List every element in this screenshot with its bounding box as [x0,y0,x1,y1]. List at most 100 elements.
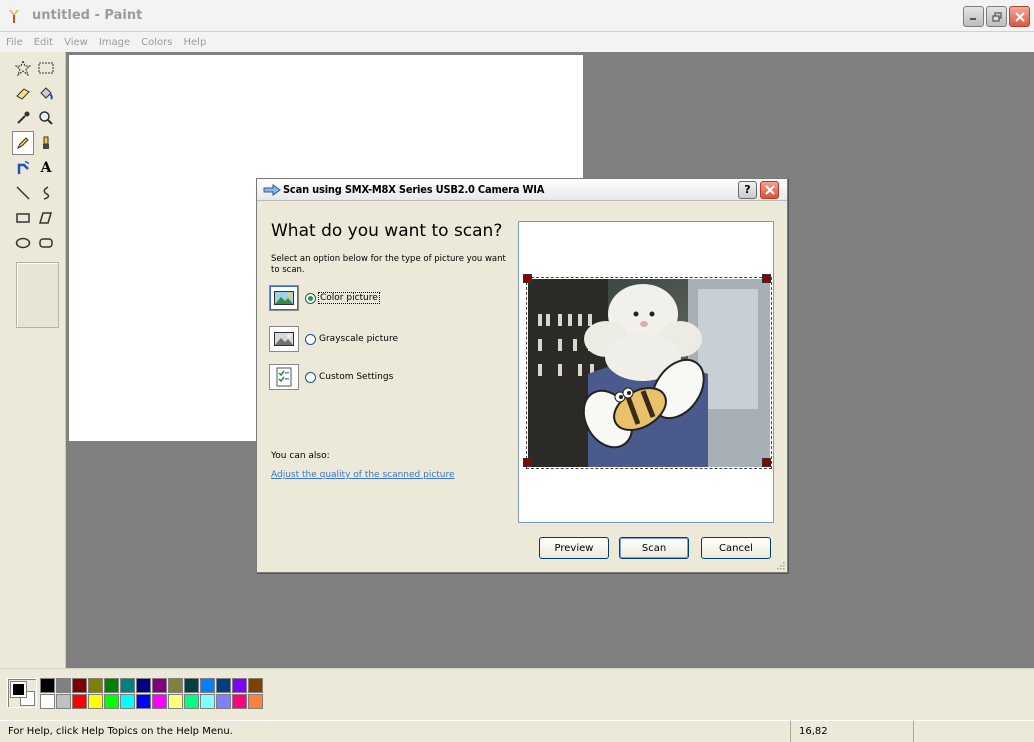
tool-select[interactable] [35,56,57,80]
palette-swatch[interactable] [104,678,119,693]
custom-settings-thumbnail[interactable] [269,364,299,390]
option-custom-settings[interactable]: Custom Settings [269,364,393,390]
current-colors[interactable] [7,678,37,708]
tool-brush[interactable] [35,131,57,155]
paint-app-icon[interactable] [6,8,22,24]
tool-fill[interactable] [35,81,57,105]
radio-color-picture[interactable] [305,292,316,304]
palette-swatch[interactable] [184,694,199,709]
option-label-color[interactable]: Color picture [318,292,380,304]
palette-swatch[interactable] [136,678,151,693]
palette-swatch[interactable] [168,694,183,709]
palette-swatch[interactable] [72,678,87,693]
tool-pencil[interactable] [12,131,34,155]
radio-custom-settings[interactable] [305,371,316,383]
option-label-custom[interactable]: Custom Settings [319,372,393,382]
palette-swatch[interactable] [152,694,167,709]
dialog-title-bar: Scan using SMX-M8X Series USB2.0 Camera … [257,179,787,201]
tool-curve[interactable] [35,181,57,205]
resize-grip-icon[interactable] [775,560,785,570]
cancel-button[interactable]: Cancel [701,537,771,559]
palette-swatch[interactable] [120,694,135,709]
restore-icon [991,11,1002,22]
color-picture-thumbnail[interactable] [269,285,299,311]
palette-swatch[interactable] [56,678,71,693]
tool-rectangle[interactable] [12,206,34,230]
menu-file[interactable]: File [6,37,23,48]
text-icon: A [40,160,52,176]
toolbox: A [0,52,66,668]
tool-airbrush[interactable] [12,156,34,180]
radio-grayscale-picture[interactable] [305,333,316,345]
palette-swatch[interactable] [232,678,247,693]
palette-swatch[interactable] [40,694,55,709]
crop-handle-bottom-right[interactable] [762,458,771,467]
palette-swatch[interactable] [216,678,231,693]
palette-swatch[interactable] [72,694,87,709]
color-palette [40,678,264,710]
palette-swatch[interactable] [88,678,103,693]
menu-bar: File Edit View Image Colors Help [0,32,1034,52]
palette-swatch[interactable] [248,678,263,693]
help-icon: ? [744,183,751,196]
dialog-instructions: Select an option below for the type of p… [271,254,506,275]
menu-colors[interactable]: Colors [141,37,172,48]
grayscale-picture-icon [274,332,294,346]
dialog-close-button[interactable] [760,181,779,199]
tool-text[interactable]: A [35,156,57,180]
preview-button[interactable]: Preview [539,537,609,559]
palette-swatch[interactable] [184,678,199,693]
palette-swatch[interactable] [232,694,247,709]
minimize-button[interactable] [963,6,984,27]
menu-view[interactable]: View [64,37,88,48]
option-color-picture[interactable]: Color picture [269,285,380,311]
color-picture-icon [274,291,294,305]
tool-eraser[interactable] [12,81,34,105]
crop-handle-top-right[interactable] [762,274,771,283]
palette-swatch[interactable] [200,678,215,693]
eyedropper-icon [17,111,30,124]
close-icon [1014,11,1025,22]
scan-button[interactable]: Scan [619,537,689,559]
tool-ellipse[interactable] [12,231,34,255]
tool-rounded-rectangle[interactable] [35,231,57,255]
palette-swatch[interactable] [200,694,215,709]
tool-polygon[interactable] [35,206,57,230]
palette-swatch[interactable] [40,678,55,693]
rounded-rect-icon [39,238,53,248]
grayscale-picture-thumbnail[interactable] [269,326,299,352]
menu-help[interactable]: Help [184,37,207,48]
option-grayscale-picture[interactable]: Grayscale picture [269,326,398,352]
tool-pick-color[interactable] [12,106,34,130]
restore-button[interactable] [986,6,1007,27]
crop-handle-bottom-left[interactable] [523,458,532,467]
crop-handle-top-left[interactable] [523,274,532,283]
adjust-quality-link[interactable]: Adjust the quality of the scanned pictur… [271,470,455,480]
palette-swatch[interactable] [168,678,183,693]
palette-swatch[interactable] [216,694,231,709]
option-label-grayscale[interactable]: Grayscale picture [319,334,398,344]
tool-line[interactable] [12,181,34,205]
dialog-title: Scan using SMX-M8X Series USB2.0 Camera … [283,183,545,196]
palette-swatch[interactable] [120,678,135,693]
tool-options-box[interactable] [16,262,59,328]
custom-settings-icon [276,367,292,387]
menu-image[interactable]: Image [99,37,130,48]
window-title: untitled - Paint [32,8,143,23]
dialog-help-button[interactable]: ? [738,181,757,199]
close-button[interactable] [1009,6,1030,27]
foreground-color[interactable] [10,681,27,698]
title-bar: untitled - Paint [0,0,1034,32]
rect-select-icon [38,62,54,74]
palette-swatch[interactable] [152,678,167,693]
menu-edit[interactable]: Edit [34,37,53,48]
close-icon [764,185,775,195]
palette-swatch[interactable] [136,694,151,709]
palette-swatch[interactable] [88,694,103,709]
scan-preview-pane[interactable] [518,221,774,523]
palette-swatch[interactable] [248,694,263,709]
tool-magnifier[interactable] [35,106,57,130]
palette-swatch[interactable] [104,694,119,709]
tool-free-form-select[interactable] [12,56,34,80]
palette-swatch[interactable] [56,694,71,709]
